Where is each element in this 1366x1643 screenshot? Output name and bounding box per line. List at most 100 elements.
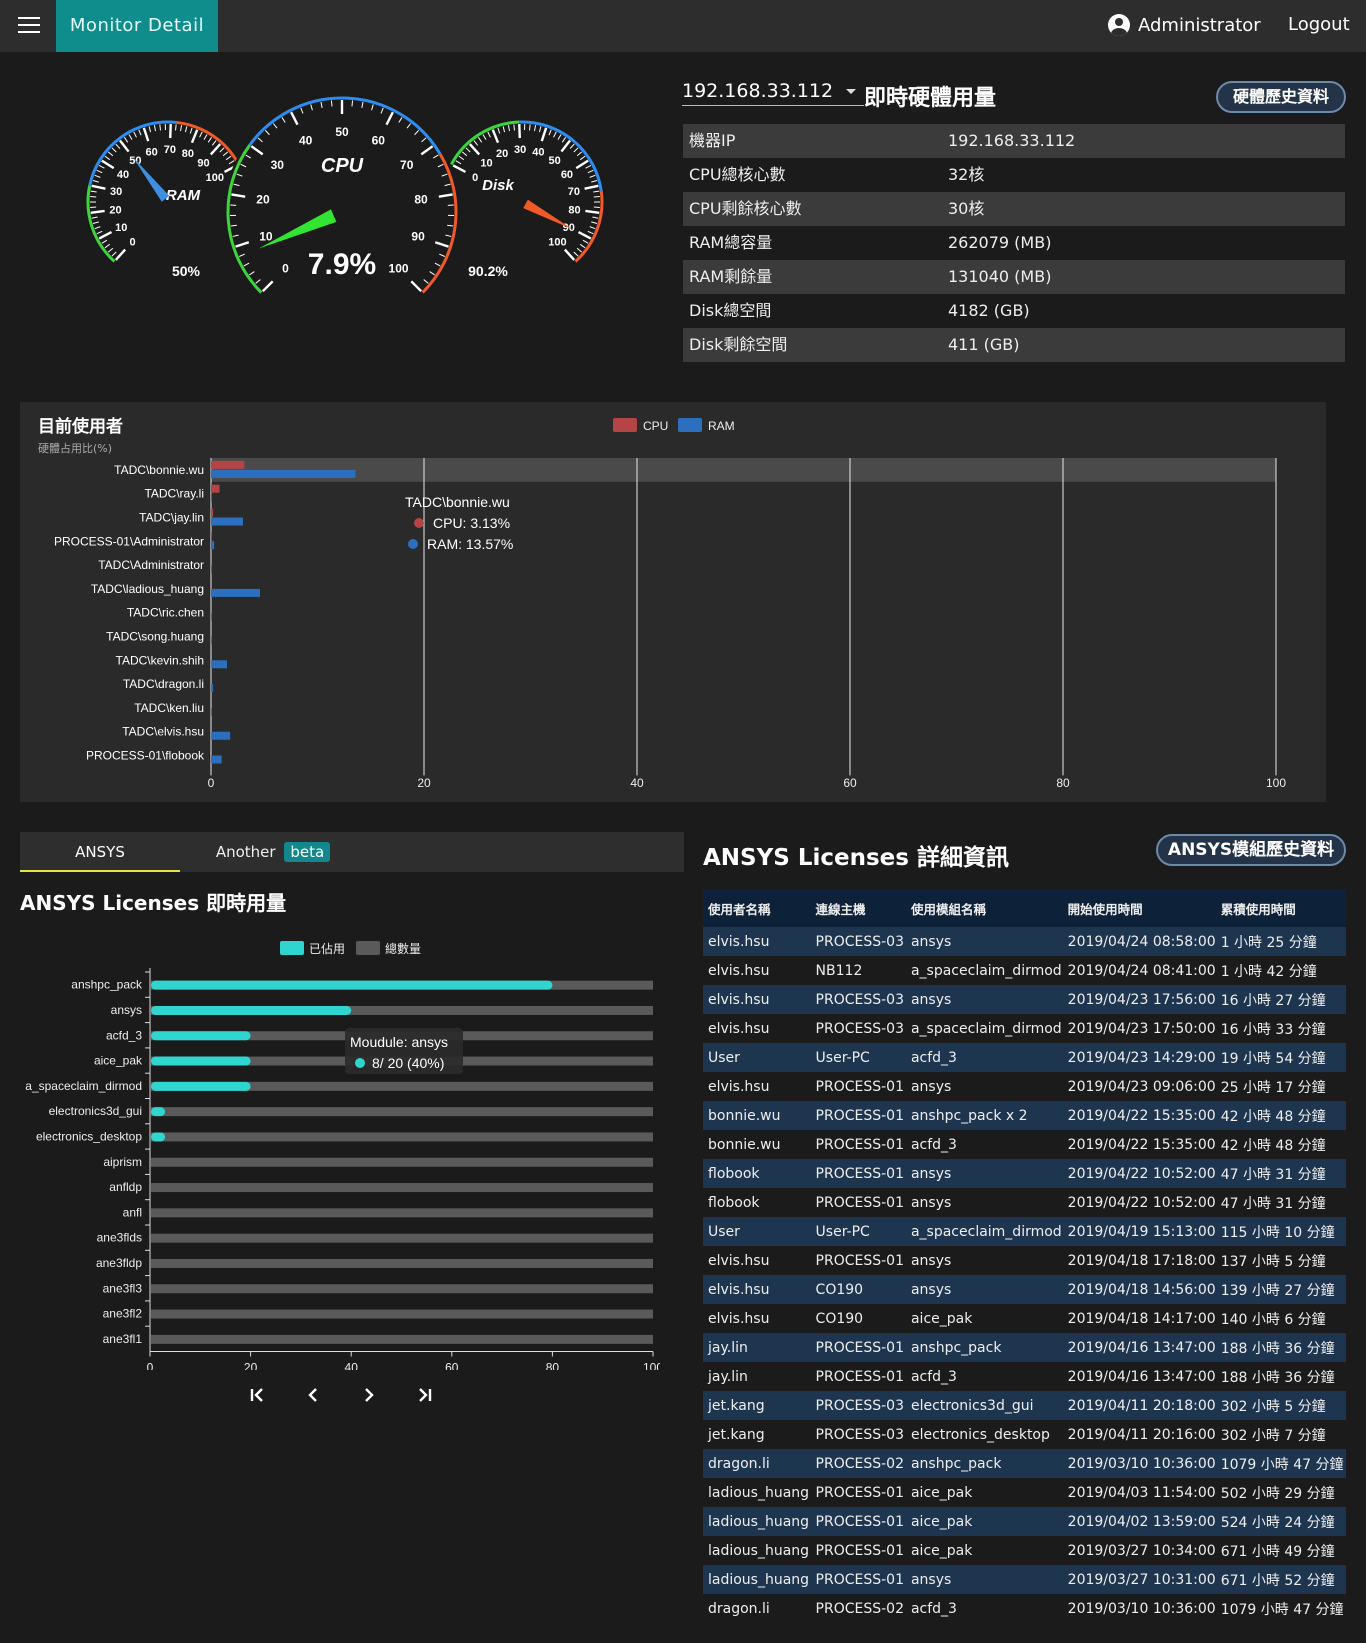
- x-tick-label: 20: [417, 776, 431, 790]
- info-value: 411 (GB): [948, 335, 1020, 354]
- table-row[interactable]: jet.kang PROCESS-03 electronics_desktop 201…: [703, 1420, 1346, 1449]
- table-cell: 302 小時 7 分鐘: [1220, 1427, 1326, 1444]
- x-tick-label: 100: [643, 1361, 660, 1371]
- table-cell: 2019/04/11 20:16:00: [1067, 1426, 1216, 1443]
- gauge-tick: [513, 124, 515, 131]
- hamburger-menu-icon[interactable]: [18, 17, 40, 35]
- table-row[interactable]: elvis.hsu CO190 aice_pak 2019/04/18 14:17:0…: [703, 1304, 1346, 1333]
- table-cell: electronics3d_gui: [905, 1391, 1063, 1420]
- table-cell: PROCESS-01: [810, 1507, 906, 1536]
- info-value: 30核: [948, 199, 985, 218]
- gauge-tick-label: 20: [256, 192, 270, 206]
- account-icon: [1108, 14, 1130, 36]
- total-bar: [151, 1132, 653, 1142]
- table-row[interactable]: ladious_huang PROCESS-01 aice_pak 2019/04/0…: [703, 1478, 1346, 1507]
- gauge-label: CPU: [321, 155, 364, 177]
- gauge-tick-label: 90: [563, 222, 575, 234]
- ip-select[interactable]: 192.168.33.112: [682, 80, 864, 106]
- table-row[interactable]: ladious_huang PROCESS-01 aice_pak 2019/04/0…: [703, 1507, 1346, 1536]
- logout-link[interactable]: Logout: [1288, 14, 1350, 35]
- table-row[interactable]: flobook PROCESS-01 ansys 2019/04/22 10:52:0…: [703, 1188, 1346, 1217]
- cpu-bar: [211, 484, 220, 493]
- table-cell: 524 小時 24 分鐘: [1215, 1507, 1346, 1536]
- user-menu[interactable]: Administrator: [1108, 14, 1261, 36]
- ram-bar: [211, 660, 227, 669]
- table-row[interactable]: elvis.hsu NB112 a_spaceclaim_dirmod 2019/04…: [703, 956, 1346, 985]
- table-cell: PROCESS-01: [810, 1101, 906, 1130]
- table-row[interactable]: elvis.hsu PROCESS-01 ansys 2019/04/18 17:18…: [703, 1246, 1346, 1275]
- info-key: Disk總空間: [689, 301, 772, 320]
- y-category-label: ane3fl1: [103, 1332, 143, 1346]
- ansys-history-button[interactable]: ANSYS模組歷史資料: [1156, 834, 1346, 866]
- page-title[interactable]: Monitor Detail: [56, 0, 218, 52]
- gauge-tick-label: 80: [568, 204, 580, 216]
- table-cell: PROCESS-01: [810, 1333, 906, 1362]
- cpu-bar: [211, 508, 214, 517]
- table-cell: jet.kang: [703, 1391, 811, 1420]
- table-row[interactable]: User User-PC a_spaceclaim_dirmod 2019/04/19…: [703, 1217, 1346, 1246]
- info-row: RAM剩餘量 131040 (MB): [683, 260, 1345, 294]
- cpu-bar: [211, 532, 213, 541]
- tab-another[interactable]: Another beta: [208, 832, 338, 872]
- table-row[interactable]: bonnie.wu PROCESS-01 anshpc_pack x 2 2019/0…: [703, 1101, 1346, 1130]
- tab-ansys[interactable]: ANSYS: [20, 832, 180, 872]
- total-bar: [151, 1233, 653, 1243]
- table-row[interactable]: ladious_huang PROCESS-01 ansys 2019/03/27 1…: [703, 1565, 1346, 1594]
- table-row[interactable]: elvis.hsu CO190 ansys 2019/04/18 14:56:00 13…: [703, 1275, 1346, 1304]
- table-row[interactable]: ladious_huang PROCESS-01 aice_pak 2019/03/2…: [703, 1536, 1346, 1565]
- table-cell: ladious_huang: [708, 1542, 810, 1559]
- table-cell: PROCESS-03: [815, 1426, 904, 1443]
- gauge-tick-label: 40: [532, 147, 544, 159]
- table-row[interactable]: elvis.hsu PROCESS-03 ansys 2019/04/24 08:58…: [703, 927, 1346, 956]
- table-cell: acfd_3: [910, 1368, 957, 1385]
- first-page-icon[interactable]: [246, 1384, 268, 1406]
- gauge-tick-label: 10: [480, 158, 492, 170]
- table-row[interactable]: dragon.li PROCESS-02 anshpc_pack 2019/03/10…: [703, 1449, 1346, 1478]
- ram-bar: [211, 636, 213, 645]
- legend-swatch: [280, 941, 304, 955]
- y-category-label: anfldp: [109, 1180, 142, 1194]
- table-cell: flobook: [703, 1159, 811, 1188]
- cpu-gauge: 0 10 20 30 40 50 60 70 80 90 100 CPU 7.9%: [224, 94, 460, 322]
- table-row[interactable]: bonnie.wu PROCESS-01 acfd_3 2019/04/22 15:3…: [703, 1130, 1346, 1159]
- table-row[interactable]: jay.lin PROCESS-01 anshpc_pack 2019/04/16 1…: [703, 1333, 1346, 1362]
- table-row[interactable]: User User-PC acfd_3 2019/04/23 14:29:00 19 小…: [703, 1043, 1346, 1072]
- table-cell: PROCESS-01: [815, 1194, 904, 1211]
- table-cell: aice_pak: [910, 1310, 973, 1327]
- next-page-icon[interactable]: [358, 1384, 380, 1406]
- table-cell: 671 小時 52 分鐘: [1215, 1565, 1346, 1594]
- table-cell: jay.lin: [703, 1333, 811, 1362]
- table-row[interactable]: jet.kang PROCESS-03 electronics3d_gui 2019/…: [703, 1391, 1346, 1420]
- used-bar: [151, 1132, 166, 1142]
- table-row[interactable]: elvis.hsu PROCESS-01 ansys 2019/04/23 09:06…: [703, 1072, 1346, 1101]
- table-row[interactable]: elvis.hsu PROCESS-03 ansys 2019/04/23 17:56…: [703, 985, 1346, 1014]
- chevron-down-icon: [846, 89, 856, 94]
- table-cell: ansys: [905, 927, 1063, 956]
- table-cell: 2019/04/24 08:58:00: [1062, 927, 1216, 956]
- x-tick-label: 0: [208, 776, 215, 790]
- table-header-row: 使用者名稱 連線主機 使用模組名稱 開始使用時間 累積使用時間: [703, 889, 1346, 927]
- table-cell: 42 小時 48 分鐘: [1215, 1101, 1346, 1130]
- table-cell: User-PC: [810, 1043, 906, 1072]
- table-cell: 2019/04/11 20:18:00: [1062, 1391, 1216, 1420]
- last-page-icon[interactable]: [414, 1384, 436, 1406]
- used-bar: [151, 980, 553, 990]
- x-tick-label: 80: [1056, 776, 1070, 790]
- y-category-label: TADC\bonnie.wu: [114, 463, 204, 477]
- previous-page-icon[interactable]: [302, 1384, 324, 1406]
- table-cell: 1079 小時 47 分鐘: [1220, 1601, 1344, 1618]
- table-row[interactable]: flobook PROCESS-01 ansys 2019/04/22 10:52:0…: [703, 1159, 1346, 1188]
- hardware-history-button[interactable]: 硬體歷史資料: [1216, 81, 1346, 113]
- gauge-value: 90.2%: [468, 263, 508, 279]
- tooltip-title: TADC\bonnie.wu: [405, 494, 510, 510]
- y-category-label: ansys: [111, 1003, 142, 1017]
- ip-select-value: 192.168.33.112: [682, 80, 834, 102]
- table-row[interactable]: elvis.hsu PROCESS-03 a_spaceclaim_dirmod 20…: [703, 1014, 1346, 1043]
- gauge-tick-label: 60: [145, 147, 157, 159]
- table-cell: PROCESS-01: [810, 1159, 906, 1188]
- table-row[interactable]: dragon.li PROCESS-02 acfd_3 2019/03/10 10:3…: [703, 1594, 1346, 1623]
- table-cell: a_spaceclaim_dirmod: [905, 1217, 1063, 1246]
- table-cell: elvis.hsu: [708, 1078, 770, 1095]
- table-row[interactable]: jay.lin PROCESS-01 acfd_3 2019/04/16 13:47:…: [703, 1362, 1346, 1391]
- table-cell: 2019/03/27 10:34:00: [1067, 1542, 1216, 1559]
